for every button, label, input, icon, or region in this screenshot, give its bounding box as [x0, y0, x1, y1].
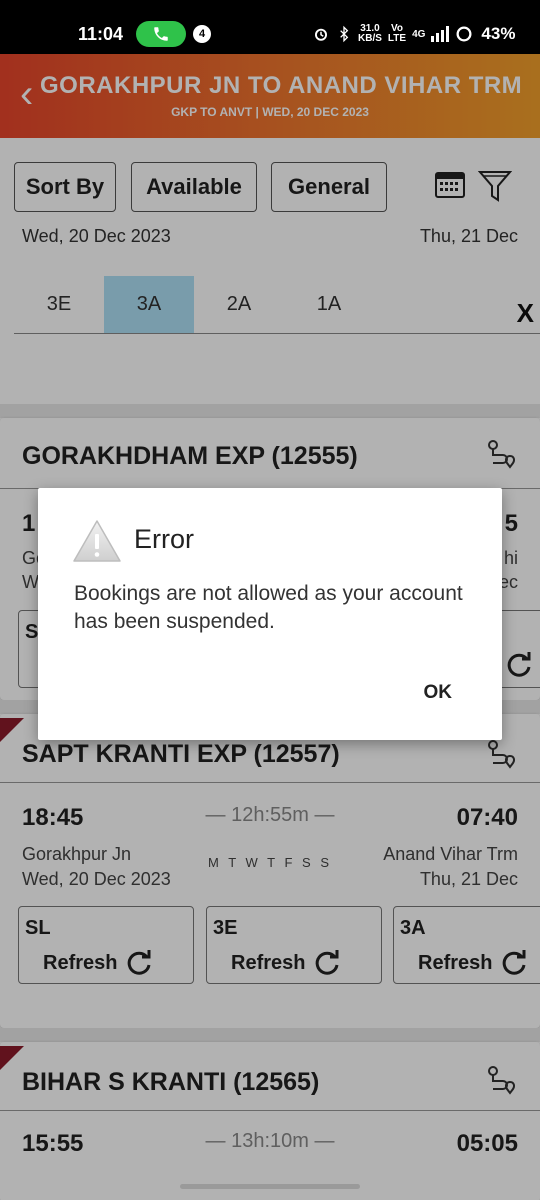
status-bar: 11:04 4 31.0 KB/S Vo LTE 4G 43% — [0, 0, 540, 54]
dialog-message: Bookings are not allowed as your account… — [74, 582, 463, 633]
battery-percent: 43% — [481, 24, 516, 43]
phone-icon — [154, 27, 168, 41]
ok-button[interactable]: OK — [424, 682, 453, 704]
signal-icon — [431, 26, 450, 42]
status-time: 11:04 — [78, 24, 124, 44]
network-speed: 31.0 KB/S — [358, 24, 382, 44]
notification-count-badge: 4 — [193, 25, 211, 43]
gesture-nav-bar[interactable] — [180, 1184, 360, 1189]
ongoing-call-pill[interactable] — [136, 21, 186, 47]
warning-icon — [73, 520, 121, 562]
alarm-icon — [315, 28, 327, 41]
status-icons: 31.0 KB/S Vo LTE 4G 43% — [312, 24, 515, 44]
bluetooth-icon — [340, 25, 349, 43]
dialog-title: Error — [134, 524, 194, 554]
error-dialog: Error Bookings are not allowed as your a… — [38, 488, 502, 740]
volte-icon: Vo LTE — [387, 23, 407, 44]
network-type: 4G — [412, 28, 426, 40]
speed-unit: KB/S — [358, 33, 382, 44]
battery-ring-icon — [456, 26, 472, 42]
